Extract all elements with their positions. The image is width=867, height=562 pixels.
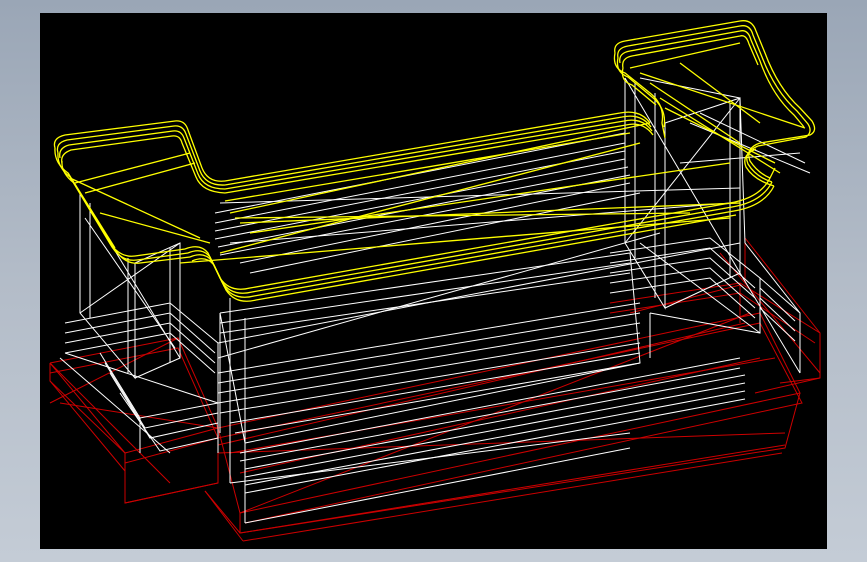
app-frame bbox=[0, 0, 867, 562]
base-wireframe bbox=[49, 237, 821, 542]
cad-viewport[interactable] bbox=[40, 13, 827, 549]
wireframe-model bbox=[49, 20, 821, 542]
